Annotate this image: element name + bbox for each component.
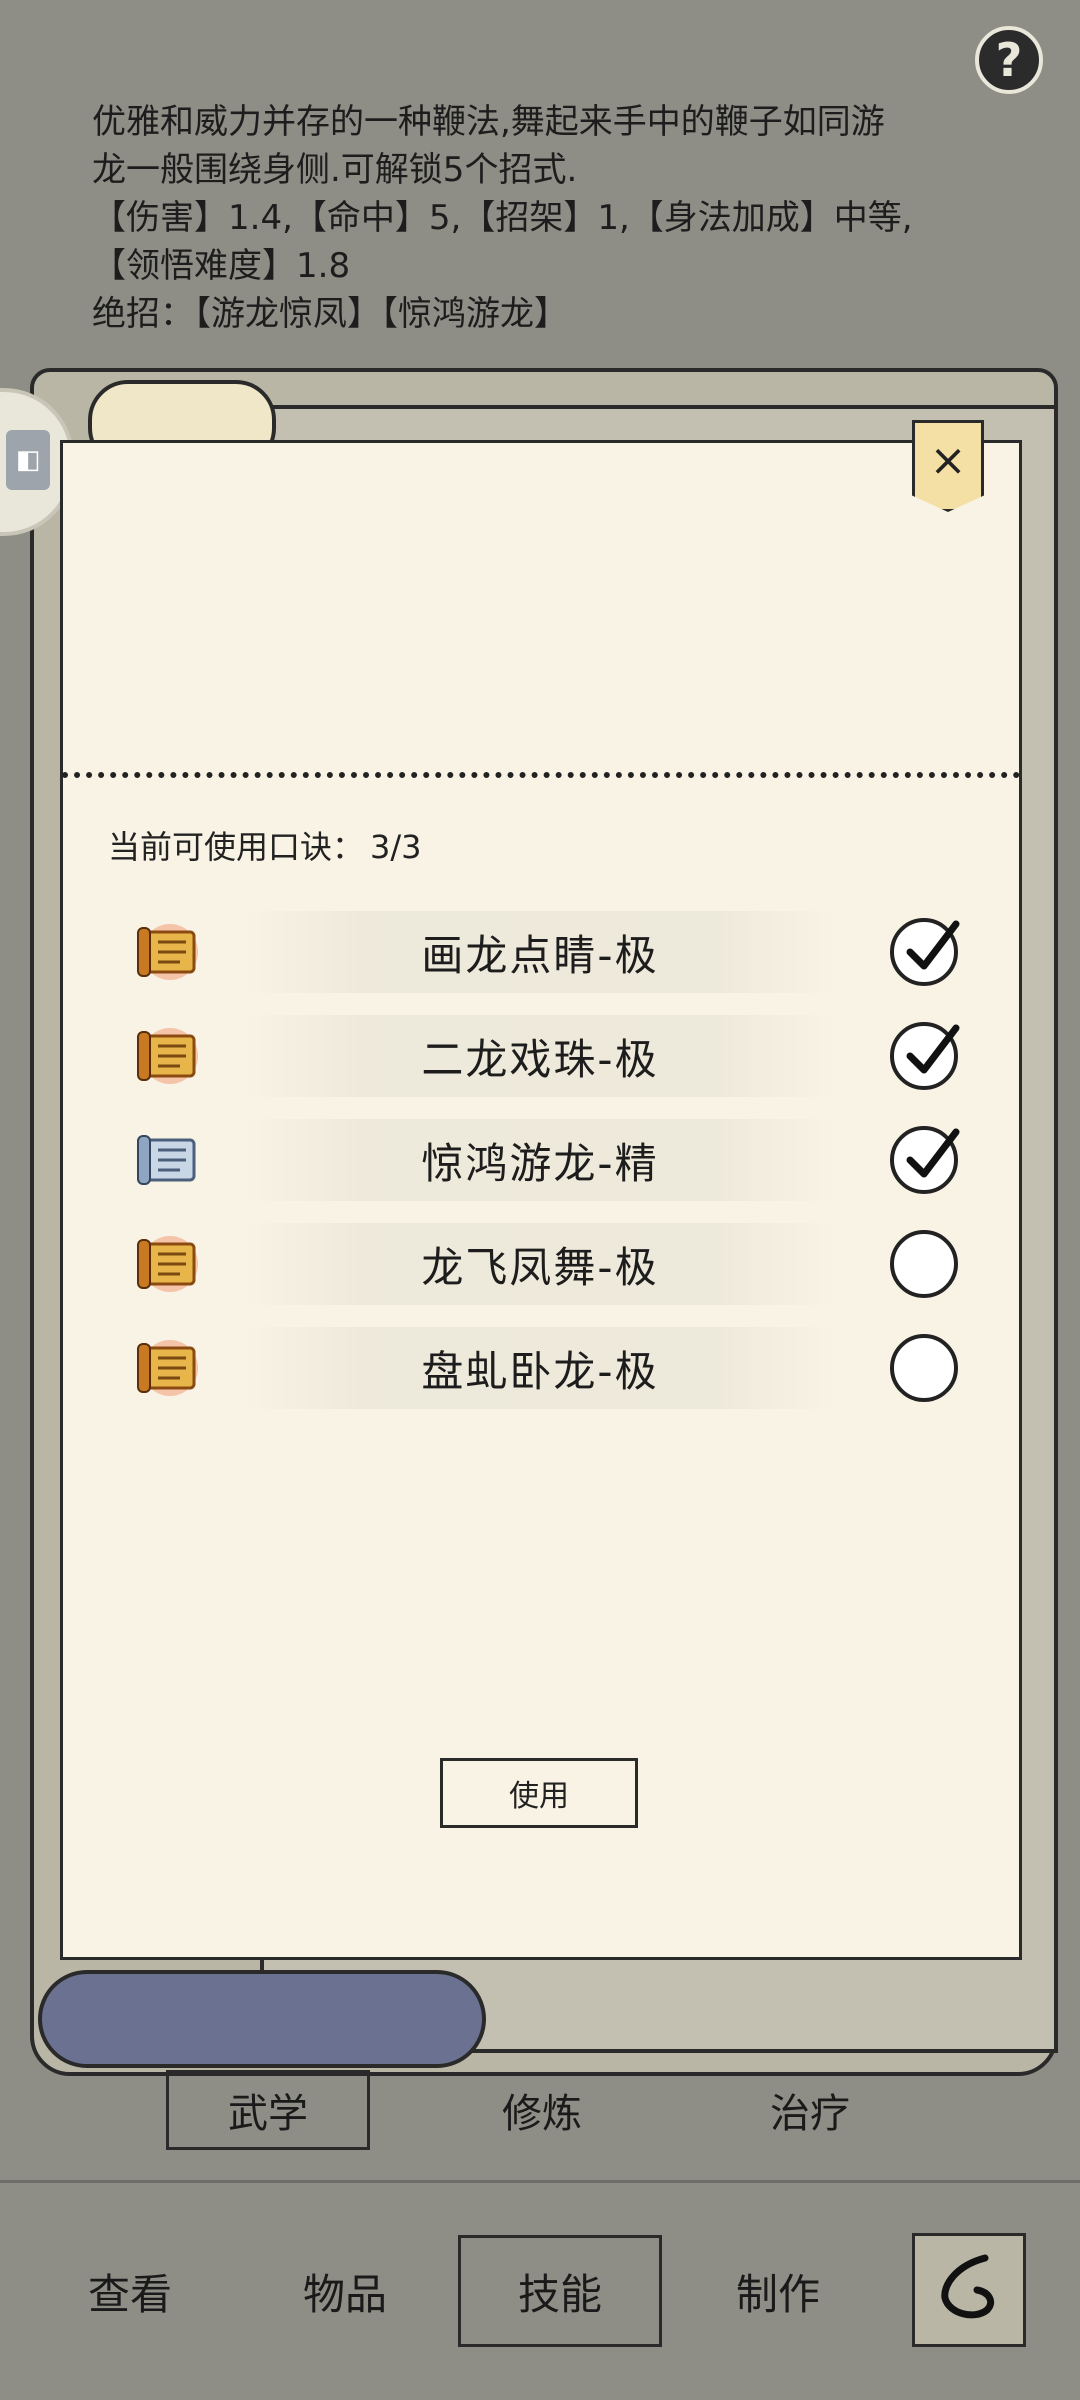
sub-tab-bar: 武学 修炼 治疗 xyxy=(0,2070,1080,2150)
skill-checkbox[interactable] xyxy=(890,1334,958,1402)
skill-checkbox[interactable] xyxy=(890,1022,960,1090)
question-mark-icon: ? xyxy=(995,33,1023,87)
dotted-divider xyxy=(62,772,1020,778)
gold-scroll-icon xyxy=(130,1024,210,1088)
skill-checkbox[interactable] xyxy=(890,1230,958,1298)
tab-healing[interactable]: 治疗 xyxy=(708,2070,912,2150)
side-toggle-icon: ◧ xyxy=(6,430,50,490)
nav-divider xyxy=(0,2180,1080,2183)
description-line: 【伤害】1.4,【命中】5,【招架】1,【身法加成】中等, xyxy=(92,198,913,238)
description-line: 龙一般围绕身侧.可解锁5个招式. xyxy=(92,150,578,190)
available-count: 当前可使用口诀： 3/3 xyxy=(108,822,428,868)
gold-scroll-icon xyxy=(130,1336,210,1400)
close-icon: × xyxy=(929,435,967,486)
check-icon xyxy=(906,920,960,970)
skill-name: 龙飞凤舞-极 xyxy=(240,1223,840,1305)
bottom-nav: 查看 物品 技能 制作 xyxy=(0,2195,1080,2400)
nav-skills[interactable]: 技能 xyxy=(458,2235,662,2347)
description-line: 绝招：【游龙惊凤】【惊鸿游龙】 xyxy=(92,294,568,334)
count-value: 3/3 xyxy=(370,828,422,866)
back-button[interactable] xyxy=(912,2233,1026,2347)
close-button[interactable]: × xyxy=(912,420,984,512)
tab-cultivation[interactable]: 修炼 xyxy=(440,2070,644,2150)
skill-row[interactable]: 二龙戏珠-极 xyxy=(130,1004,990,1108)
skill-row[interactable]: 画龙点睛-极 xyxy=(130,900,990,1004)
back-icon xyxy=(941,2254,995,2319)
skill-name: 盘虬卧龙-极 xyxy=(240,1327,840,1409)
skill-description: 优雅和威力并存的一种鞭法,舞起来手中的鞭子如同游 龙一般围绕身侧.可解锁5个招式… xyxy=(92,98,992,338)
blue-scroll-icon xyxy=(130,1128,210,1192)
nav-view[interactable]: 查看 xyxy=(40,2235,220,2347)
skill-list: 画龙点睛-极 二龙戏珠-极 惊鸿游龙-精 龙飞凤舞-极 盘虬卧龙-极 xyxy=(130,900,990,1420)
description-line: 【领悟难度】1.8 xyxy=(92,246,351,286)
description-line: 优雅和威力并存的一种鞭法,舞起来手中的鞭子如同游 xyxy=(92,102,885,142)
check-icon xyxy=(906,1024,960,1074)
check-icon xyxy=(906,1128,960,1178)
skill-name: 惊鸿游龙-精 xyxy=(240,1119,840,1201)
skill-row[interactable]: 惊鸿游龙-精 xyxy=(130,1108,990,1212)
gold-scroll-icon xyxy=(130,1232,210,1296)
skill-row[interactable]: 盘虬卧龙-极 xyxy=(130,1316,990,1420)
skill-checkbox[interactable] xyxy=(890,918,960,986)
tab-martial-arts[interactable]: 武学 xyxy=(166,2070,370,2150)
skill-name: 画龙点睛-极 xyxy=(240,911,840,993)
skill-row[interactable]: 龙飞凤舞-极 xyxy=(130,1212,990,1316)
skill-checkbox[interactable] xyxy=(890,1126,960,1194)
nav-items[interactable]: 物品 xyxy=(255,2235,435,2347)
nav-craft[interactable]: 制作 xyxy=(688,2235,868,2347)
skill-name: 二龙戏珠-极 xyxy=(240,1015,840,1097)
count-label: 当前可使用口诀： xyxy=(108,828,365,866)
help-button[interactable]: ? xyxy=(975,26,1043,94)
scroll-roll-bottom xyxy=(38,1970,486,2068)
use-button[interactable]: 使用 xyxy=(440,1758,638,1828)
gold-scroll-icon xyxy=(130,920,210,984)
